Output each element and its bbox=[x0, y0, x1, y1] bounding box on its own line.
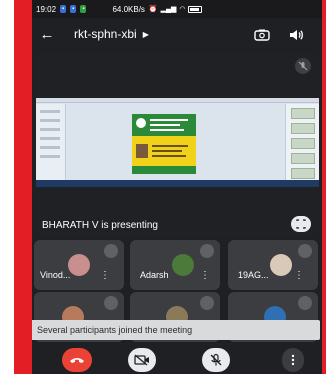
windows-taskbar bbox=[36, 180, 319, 187]
signal-icon: ▂▄▆ bbox=[160, 6, 177, 13]
thumbnail-panel bbox=[285, 104, 319, 180]
mic-off-icon bbox=[298, 296, 312, 310]
avatar bbox=[172, 254, 194, 276]
alarm-icon: ⏰ bbox=[148, 6, 158, 13]
shared-screen bbox=[36, 98, 319, 187]
chevron-right-icon: ▶ bbox=[142, 29, 149, 39]
notification-badge-icon: ▪ bbox=[80, 5, 87, 13]
status-bar: 19:02 ▪ ▪ ▪ 64.0KB/s ⏰ ▂▄▆ ◠ bbox=[32, 0, 322, 18]
end-call-button[interactable] bbox=[62, 348, 92, 372]
more-vert-icon bbox=[291, 354, 295, 366]
wifi-icon: ◠ bbox=[179, 6, 186, 13]
mic-off-icon bbox=[104, 296, 118, 310]
camera-toggle-button[interactable] bbox=[128, 348, 156, 372]
presentation-tile[interactable]: BHARATH V is presenting bbox=[34, 52, 319, 237]
network-speed: 64.0KB/s bbox=[112, 4, 145, 14]
speaker-icon[interactable] bbox=[288, 27, 304, 43]
mic-off-icon bbox=[200, 244, 214, 258]
participant-tile[interactable]: 19AG... ⋮ bbox=[228, 240, 318, 290]
phone-screen: 19:02 ▪ ▪ ▪ 64.0KB/s ⏰ ▂▄▆ ◠ ← rkt-sphn-… bbox=[32, 0, 322, 374]
mic-off-icon bbox=[295, 58, 311, 74]
notification-badge-icon: ▪ bbox=[70, 5, 77, 13]
webinar-poster bbox=[132, 114, 196, 174]
red-border-right bbox=[322, 0, 326, 374]
mic-off-icon bbox=[210, 353, 222, 366]
toast-notification: Several participants joined the meeting bbox=[32, 320, 320, 340]
participant-name: 19AG... bbox=[238, 270, 269, 280]
fullscreen-icon[interactable] bbox=[291, 216, 311, 232]
participant-name: Adarsh bbox=[140, 270, 169, 280]
switch-camera-icon[interactable] bbox=[254, 27, 270, 43]
mic-off-icon bbox=[298, 244, 312, 258]
screenshot-frame: 19:02 ▪ ▪ ▪ 64.0KB/s ⏰ ▂▄▆ ◠ ← rkt-sphn-… bbox=[0, 0, 333, 374]
participant-tile[interactable]: Adarsh ⋮ bbox=[130, 240, 220, 290]
more-options-button[interactable] bbox=[282, 348, 304, 372]
avatar bbox=[68, 254, 90, 276]
slide-panel bbox=[36, 104, 66, 180]
more-vert-icon[interactable]: ⋮ bbox=[100, 270, 110, 281]
participant-name: Vinod... bbox=[40, 270, 71, 280]
status-time: 19:02 bbox=[36, 4, 57, 14]
notification-badge-icon: ▪ bbox=[60, 5, 67, 13]
red-border-left bbox=[14, 0, 32, 374]
poster-side-logo bbox=[199, 120, 223, 132]
more-vert-icon[interactable]: ⋮ bbox=[294, 270, 304, 281]
status-icons: ⏰ ▂▄▆ ◠ bbox=[149, 5, 203, 13]
battery-icon bbox=[188, 5, 203, 13]
camera-off-icon bbox=[134, 354, 149, 366]
end-call-icon bbox=[70, 358, 84, 363]
presenter-label: BHARATH V is presenting bbox=[42, 220, 158, 231]
meeting-header: ← rkt-sphn-xbi ▶ bbox=[32, 18, 322, 52]
meeting-code: rkt-sphn-xbi bbox=[74, 27, 137, 41]
avatar bbox=[270, 254, 292, 276]
participant-tile[interactable]: Vinod... ⋮ bbox=[34, 240, 124, 290]
more-vert-icon[interactable]: ⋮ bbox=[200, 270, 210, 281]
meeting-title[interactable]: rkt-sphn-xbi ▶ bbox=[74, 27, 149, 41]
back-arrow-icon[interactable]: ← bbox=[38, 26, 56, 44]
app-toolbar bbox=[36, 98, 319, 103]
mic-off-icon bbox=[200, 296, 214, 310]
mic-off-icon bbox=[104, 244, 118, 258]
call-controls bbox=[32, 344, 322, 374]
mic-toggle-button[interactable] bbox=[202, 348, 230, 372]
